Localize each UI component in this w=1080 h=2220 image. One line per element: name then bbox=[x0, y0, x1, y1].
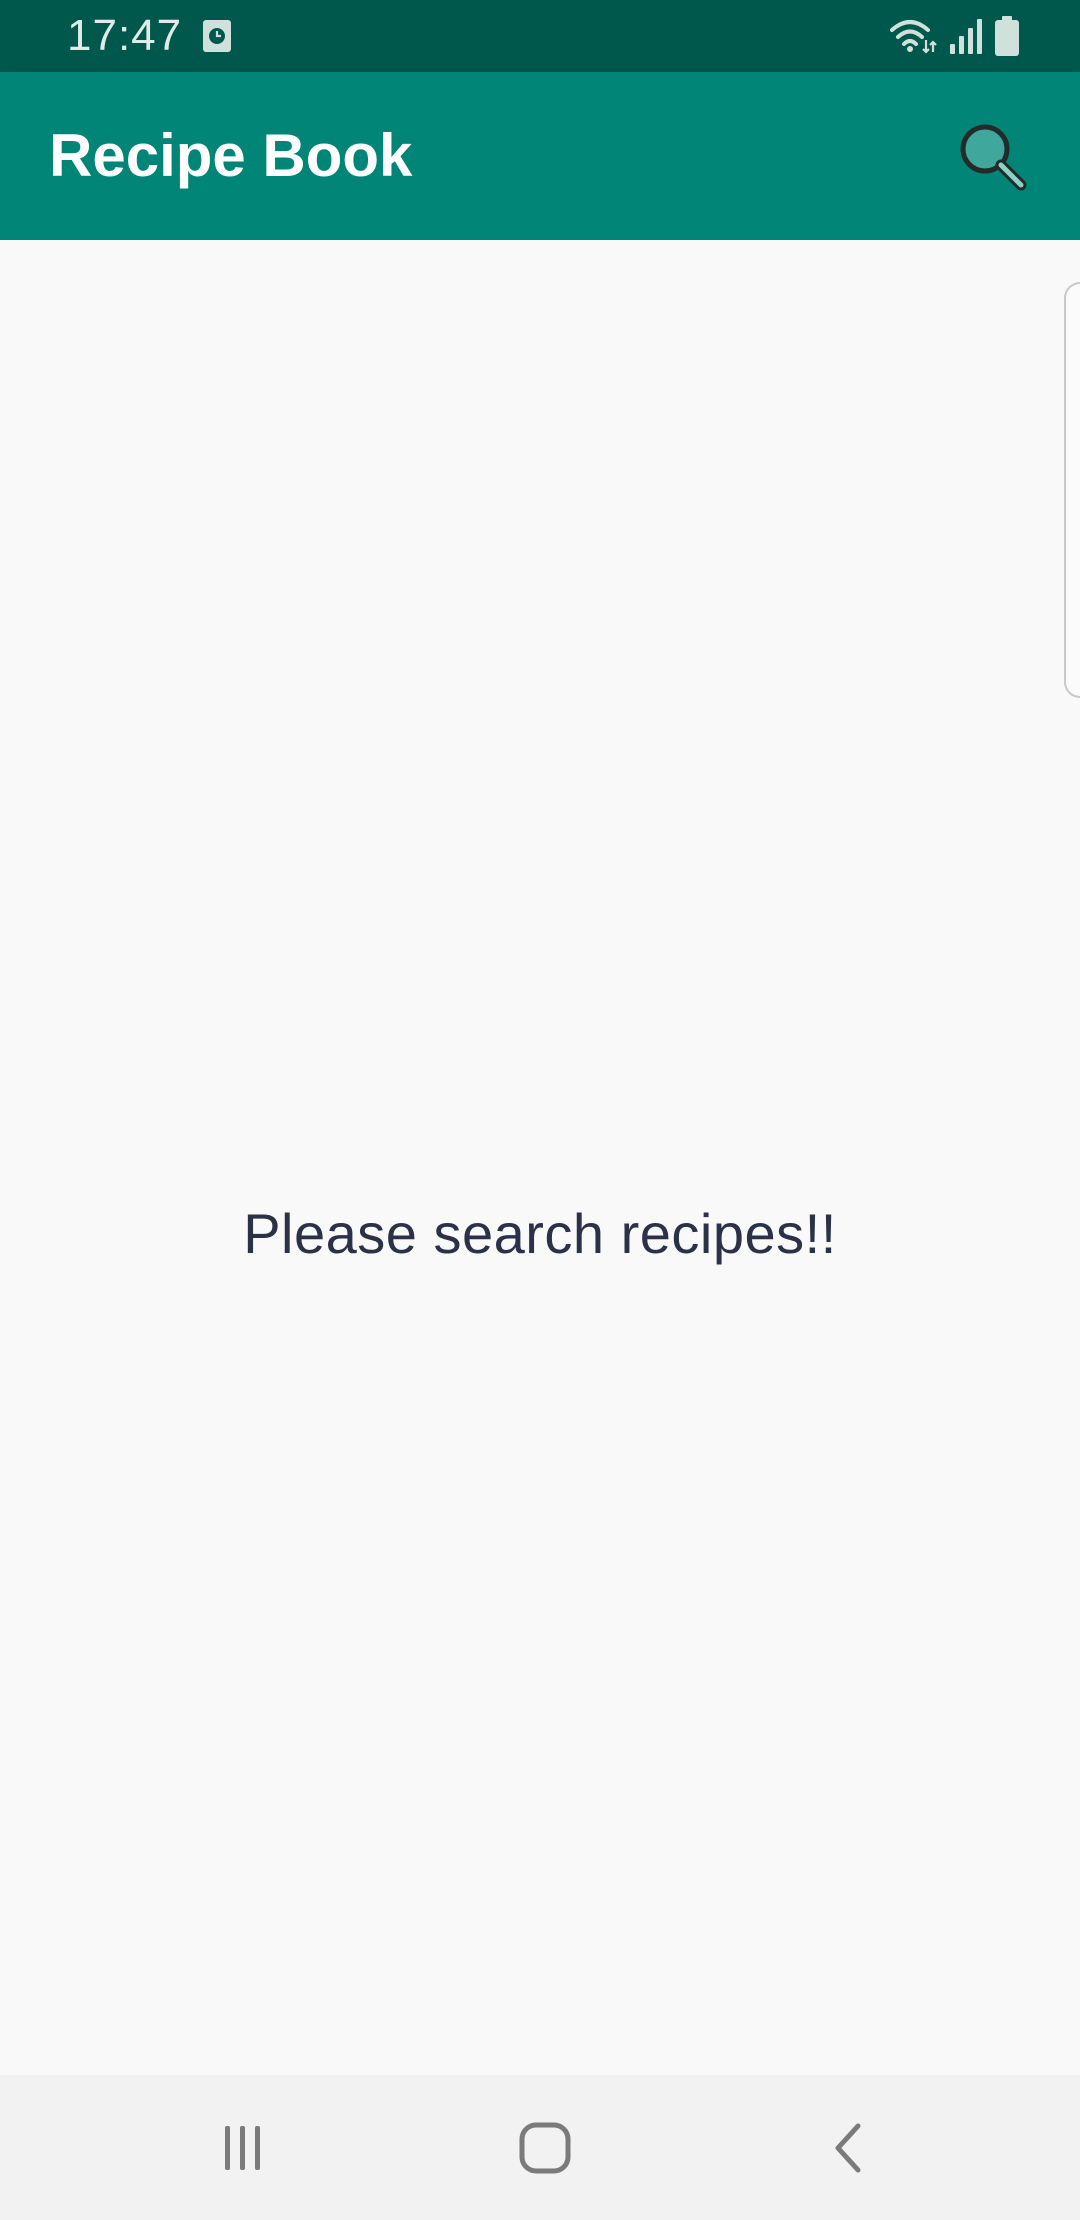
signal-icon bbox=[950, 19, 982, 54]
home-button[interactable] bbox=[505, 2110, 585, 2186]
navigation-bar bbox=[0, 2075, 1080, 2220]
wifi-icon bbox=[890, 20, 937, 54]
status-bar: 17:47 bbox=[0, 0, 1080, 72]
status-icons bbox=[888, 14, 1020, 58]
content-area: Please search recipes!! bbox=[0, 240, 1080, 2075]
screen: 17:47 Recipe Book Please search recipes!… bbox=[0, 0, 1080, 2220]
battery-icon bbox=[995, 16, 1019, 56]
back-button[interactable] bbox=[808, 2110, 888, 2186]
home-icon bbox=[519, 2122, 571, 2174]
back-icon bbox=[835, 2123, 861, 2173]
edge-panel-handle[interactable] bbox=[1064, 282, 1080, 698]
app-bar: Recipe Book bbox=[0, 72, 1080, 240]
clock-notification-icon bbox=[203, 20, 231, 52]
recents-button[interactable] bbox=[203, 2110, 283, 2186]
app-title: Recipe Book bbox=[49, 122, 413, 189]
search-icon[interactable] bbox=[952, 116, 1032, 196]
recents-icon bbox=[225, 2126, 260, 2170]
empty-state-message: Please search recipes!! bbox=[243, 1202, 837, 1265]
status-time: 17:47 bbox=[67, 11, 183, 60]
